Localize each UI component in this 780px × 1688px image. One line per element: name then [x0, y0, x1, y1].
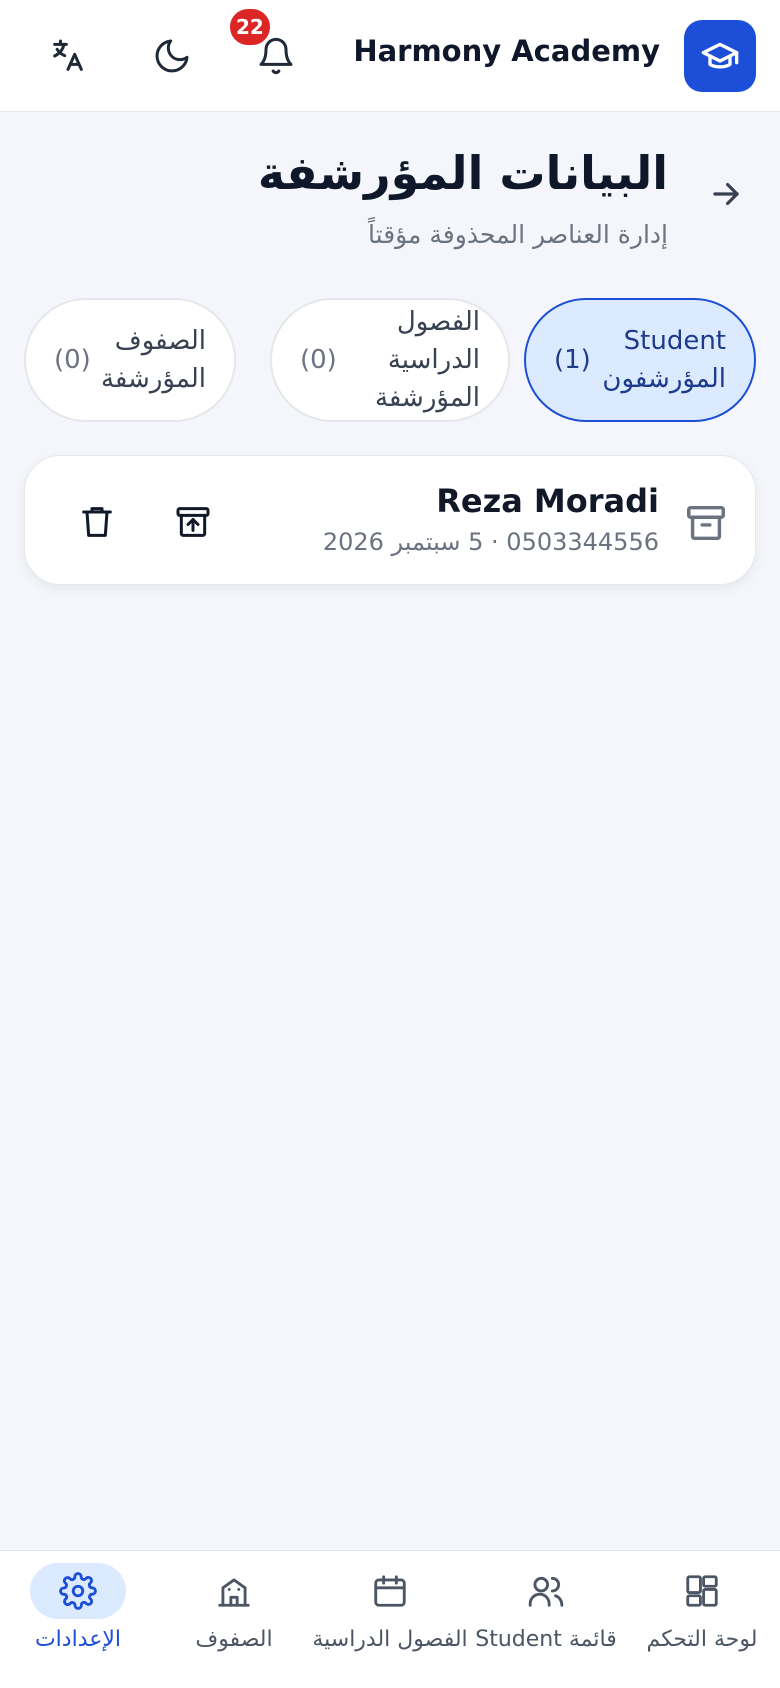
tab-count: (0) [54, 345, 91, 375]
nav-icon-wrap [498, 1563, 594, 1619]
nav-item-semesters[interactable]: الفصول الدراسية [312, 1551, 468, 1688]
restore-icon [176, 507, 210, 537]
tab-archived-students[interactable]: Student المؤرشفون (1) [524, 298, 756, 422]
arrow-right-icon [713, 182, 739, 206]
calendar-icon [374, 1575, 406, 1607]
nav-label: الإعدادات [34, 1627, 122, 1652]
archive-box-icon [687, 505, 725, 541]
users-icon [528, 1576, 564, 1607]
gear-icon [59, 1572, 97, 1610]
tab-archived-semesters[interactable]: الفصول الدراسية المؤرشفة (0) [270, 298, 510, 422]
record-name: Reza Moradi [436, 482, 659, 520]
notifications-badge: 22 [227, 6, 273, 48]
bottom-nav: لوحة التحكم قائمة Student الفصول الدراسي… [0, 1550, 780, 1688]
nav-item-students[interactable]: قائمة Student [468, 1551, 624, 1688]
graduation-cap-icon [701, 42, 739, 69]
nav-item-settings[interactable]: الإعدادات [0, 1551, 156, 1688]
app-logo[interactable] [684, 20, 756, 92]
record-meta: 0503344556 · 5 سبتمبر 2026 [322, 528, 659, 556]
trash-icon [82, 507, 112, 537]
school-building-icon [218, 1578, 250, 1607]
nav-item-dashboard[interactable]: لوحة التحكم [624, 1551, 780, 1688]
theme-toggle-button[interactable] [142, 26, 202, 86]
page-title: البيانات المؤرشفة [257, 146, 668, 200]
restore-button[interactable] [167, 496, 219, 548]
nav-icon-wrap [30, 1563, 126, 1619]
tab-label: الفصول الدراسية المؤرشفة [374, 307, 480, 413]
tab-label: Student المؤرشفون [602, 326, 726, 394]
delete-button[interactable] [71, 496, 123, 548]
moon-icon [155, 39, 189, 73]
nav-label: الفصول الدراسية [312, 1627, 468, 1652]
nav-icon-wrap [342, 1563, 438, 1619]
top-bar: Harmony Academy 22 [0, 0, 780, 112]
app-name: Harmony Academy [353, 34, 660, 68]
language-button[interactable] [38, 26, 98, 86]
nav-item-classes[interactable]: الصفوف [156, 1551, 312, 1688]
back-button[interactable] [702, 170, 750, 218]
dashboard-icon [686, 1575, 718, 1607]
nav-icon-wrap [186, 1563, 282, 1619]
tab-archived-classes[interactable]: الصفوف المؤرشفة (0) [24, 298, 236, 422]
nav-label: الصفوف [195, 1627, 273, 1652]
translate-icon [53, 39, 83, 71]
tab-count: (1) [554, 345, 591, 375]
tab-count: (0) [300, 345, 337, 375]
record-icon [683, 500, 729, 546]
nav-label: لوحة التحكم [646, 1627, 758, 1652]
nav-icon-wrap [654, 1563, 750, 1619]
archived-record-card: Reza Moradi 0503344556 · 5 سبتمبر 2026 [24, 455, 756, 585]
page-subtitle: إدارة العناصر المحذوفة مؤقتاً [368, 220, 668, 249]
tab-label: الصفوف المؤرشفة [100, 326, 206, 394]
nav-label: قائمة Student [475, 1627, 617, 1652]
